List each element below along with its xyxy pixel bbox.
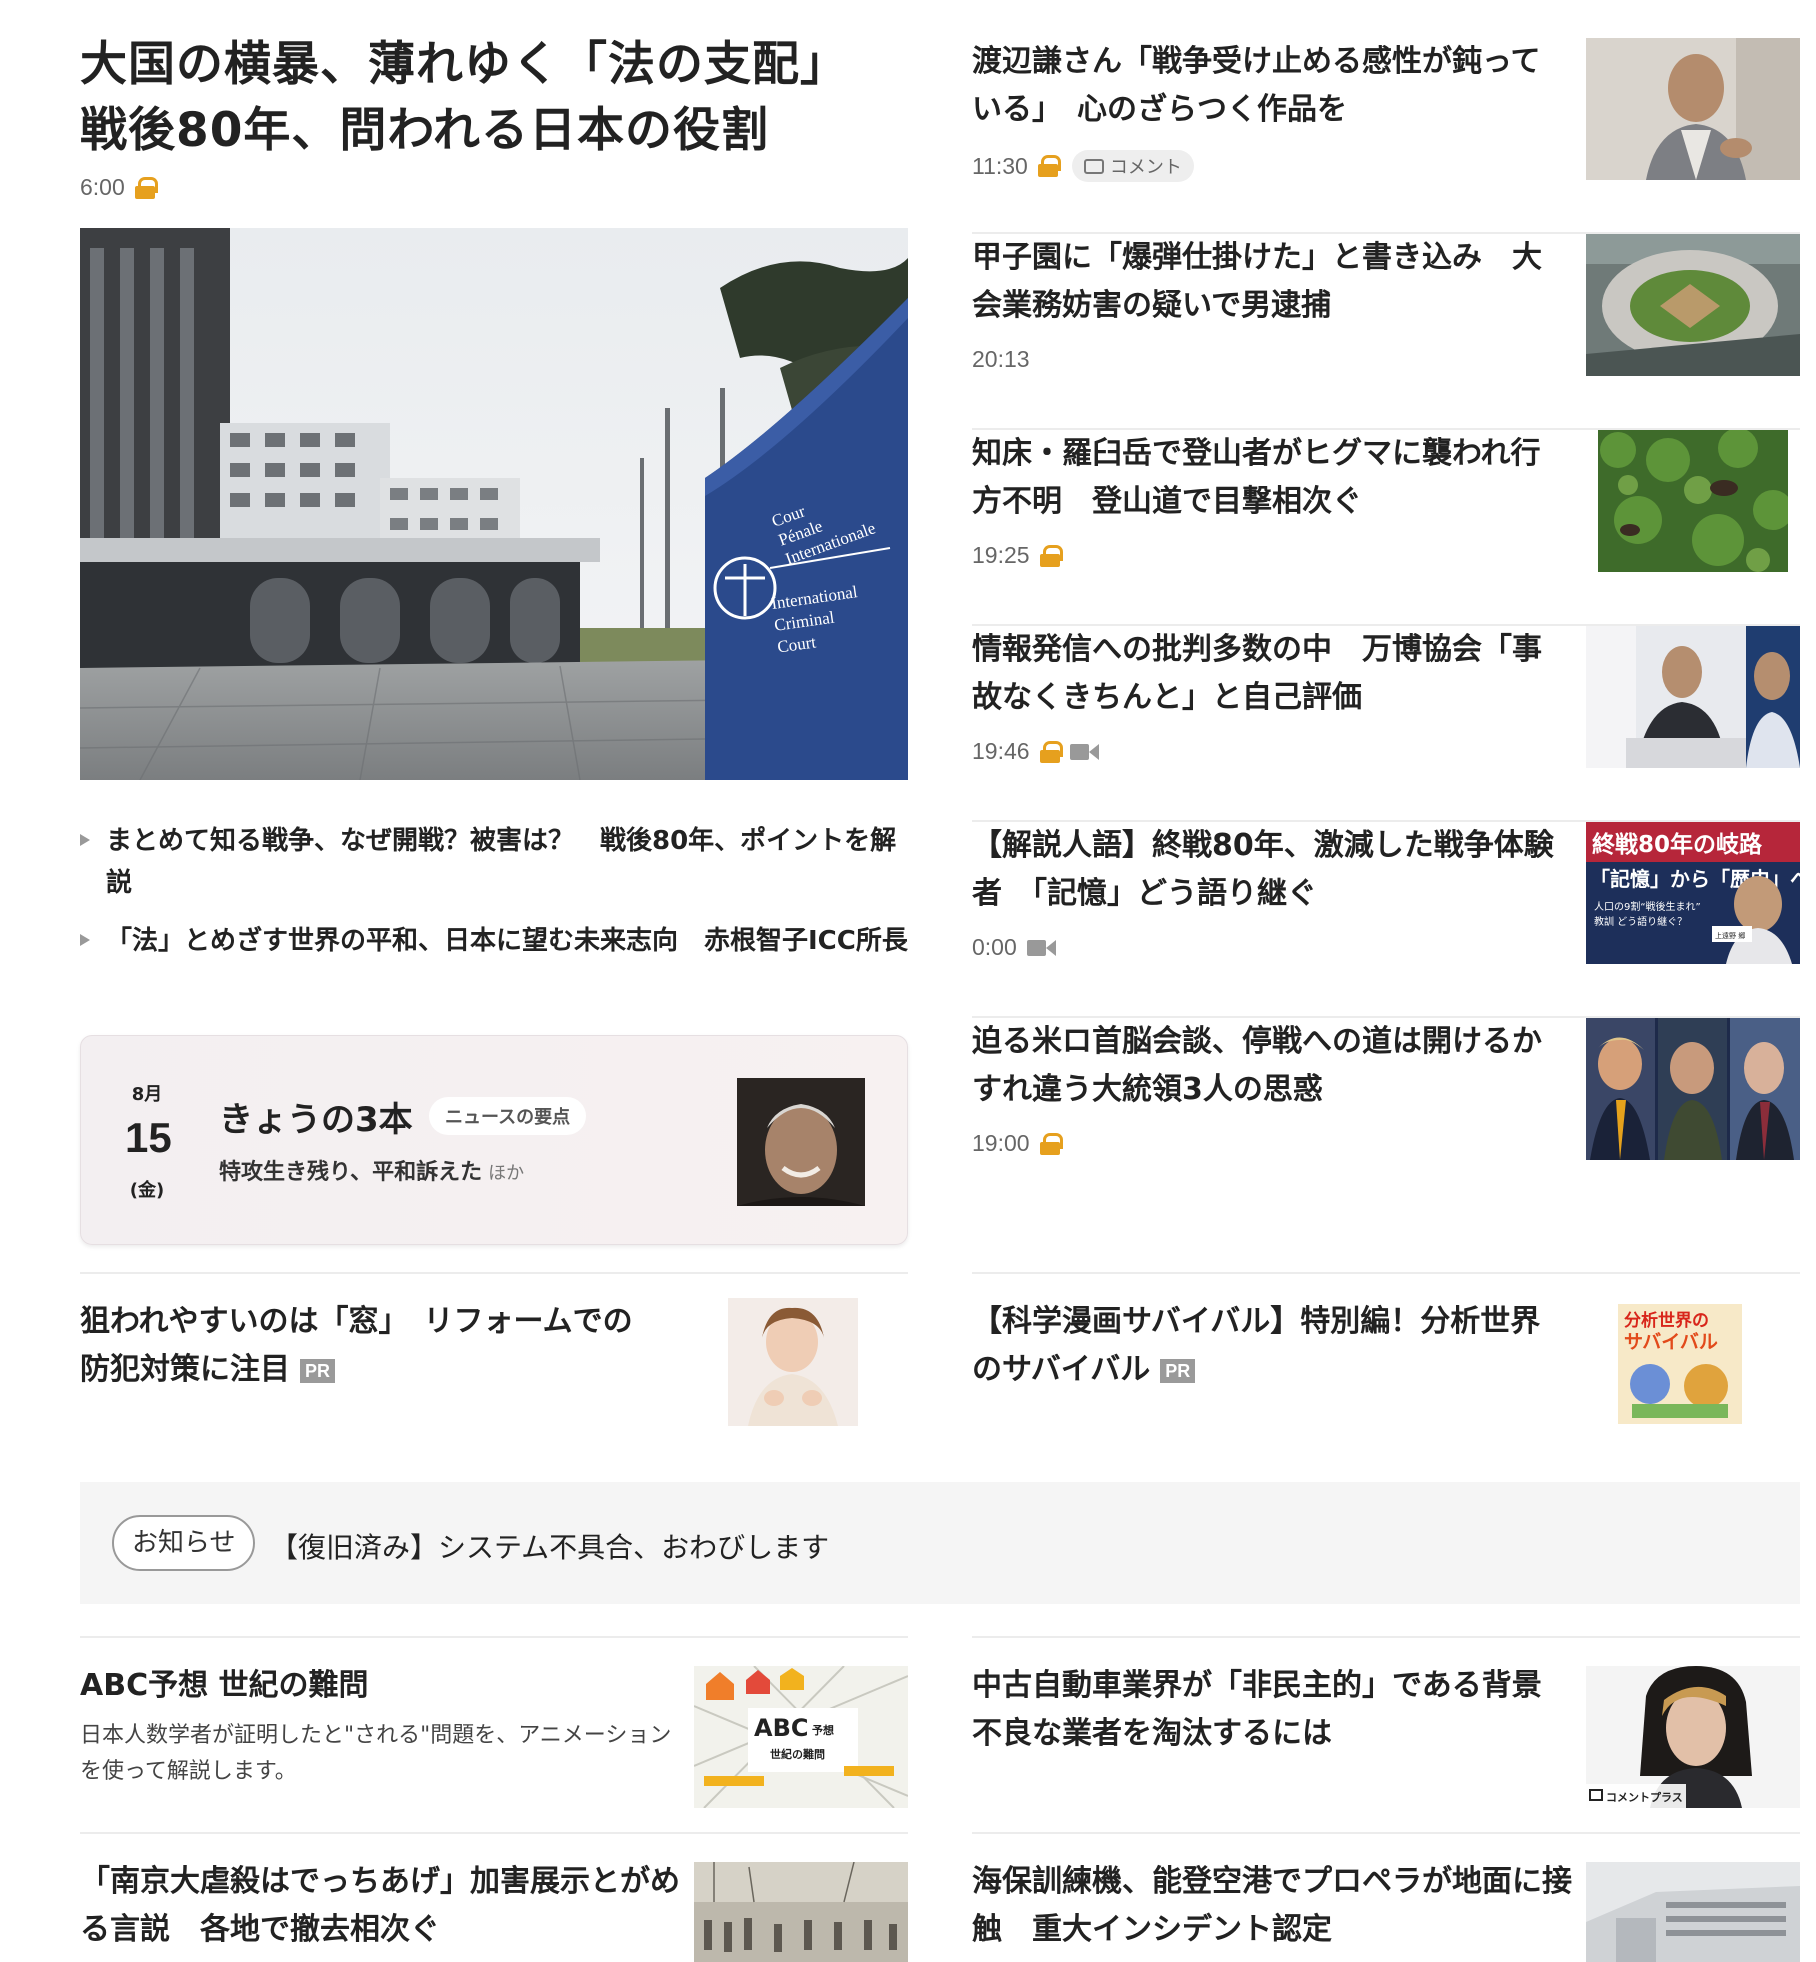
divider <box>972 1272 1800 1274</box>
news-item-meta: 11:30 コメント <box>972 150 1194 182</box>
comment-icon <box>1083 158 1104 174</box>
kyou-photo <box>737 1078 865 1206</box>
news-item[interactable]: 【解説人語】終戦80年、激減した戦争体験者 「記憶」どう語り継ぐ 0:00 終戦… <box>972 822 1800 1018</box>
news-item-thumbnail[interactable] <box>1586 1018 1800 1160</box>
news-item-time: 0:00 <box>972 934 1017 960</box>
pr-title-text: 狙われやすいのは「窓」 リフォームでの防犯対策に注目 <box>80 1304 633 1387</box>
news-item-title[interactable]: 「南京大虐殺はでっちあげ」加害展示とがめる言説 各地で撤去相次ぐ <box>80 1858 680 1954</box>
news-item-thumbnail[interactable] <box>1586 38 1800 180</box>
comment-label: コメント <box>1109 157 1182 177</box>
abc-thumb-text-1: ABC <box>754 1714 808 1742</box>
pr-title[interactable]: 【科学漫画サバイバル】特別編！分析世界のサバイバル PR <box>972 1298 1562 1394</box>
pr-item[interactable]: 狙われやすいのは「窓」 リフォームでの防犯対策に注目 PR <box>80 1298 908 1428</box>
lock-icon <box>1037 155 1061 177</box>
news-summary-badge: ニュースの要点 <box>429 1097 587 1135</box>
related-link-2[interactable]: 「法」とめざす世界の平和、日本に望む未来志向 赤根智子ICC所長 <box>80 920 910 962</box>
news-item-title[interactable]: 渡辺謙さん「戦争受け止める感性が鈍っている」 心のざらつく作品を <box>972 38 1562 134</box>
news-item-meta: 19:00 <box>972 1130 1063 1157</box>
lead-meta: 6:00 <box>80 174 158 201</box>
divider <box>972 1636 1800 1638</box>
news-item-meta: 19:25 <box>972 542 1063 569</box>
news-item[interactable]: 情報発信への批判多数の中 万博協会「事故なくきちんと」と自己評価 19:46 <box>972 626 1800 822</box>
divider <box>80 1832 908 1834</box>
comment-badge[interactable]: コメント <box>1071 150 1194 182</box>
news-item-title[interactable]: 知床・羅臼岳で登山者がヒグマに襲われ行方不明 登山道で目撃相次ぐ <box>972 430 1562 526</box>
news-item[interactable]: 中古自動車業界が「非民主的」である背景 不良な業者を淘汰するには コメントプラス <box>972 1662 1800 1808</box>
pr-badge: PR <box>1160 1359 1196 1383</box>
news-item[interactable]: 迫る米ロ首脳会談、停戦への道は開けるか すれ違う大統領3人の思惑 19:00 <box>972 1018 1800 1214</box>
news-item[interactable]: 甲子園に「爆弾仕掛けた」と書き込み 大会業務妨害の疑いで男逮捕 20:13 <box>972 234 1800 430</box>
lead-headline[interactable]: 大国の横暴、薄れゆく「法の支配」 戦後80年、問われる日本の役割 <box>80 32 920 164</box>
news-item[interactable]: 海保訓練機、能登空港でプロペラが地面に接触 重大インシデント認定 <box>972 1858 1800 1962</box>
pr-badge: PR <box>300 1359 336 1383</box>
news-item-title[interactable]: 【解説人語】終戦80年、激減した戦争体験者 「記憶」どう語り継ぐ <box>972 822 1562 918</box>
lead-image[interactable]: Cour Pénale Internationale International… <box>80 228 908 780</box>
thumb-text-4: 教訓 どう語り継ぐ？ <box>1594 915 1687 928</box>
news-item-meta: 0:00 <box>972 934 1057 961</box>
abc-thumb-text-3: 世紀の難問 <box>770 1747 825 1761</box>
lock-icon <box>134 176 158 199</box>
notice-text[interactable]: 【復旧済み】システム不具合、おわびします <box>270 1526 829 1566</box>
date-weekday: (金) <box>129 1180 165 1201</box>
video-icon <box>1069 743 1100 761</box>
thumb-text-5: 上遠野 郷 <box>1715 931 1745 940</box>
feature-title[interactable]: ABC予想 世紀の難問 <box>80 1662 680 1710</box>
lock-icon <box>1039 544 1063 567</box>
news-item-time: 20:13 <box>972 346 1030 372</box>
pr-thumbnail[interactable] <box>728 1298 858 1426</box>
news-item-meta: 20:13 <box>972 346 1030 373</box>
news-item-thumbnail[interactable]: コメントプラス <box>1586 1666 1800 1808</box>
news-item-time: 19:00 <box>972 1130 1030 1156</box>
news-item-title[interactable]: 海保訓練機、能登空港でプロペラが地面に接触 重大インシデント認定 <box>972 1858 1572 1954</box>
lock-icon <box>1039 740 1063 763</box>
book-title-1: 分析世界の <box>1624 1310 1709 1331</box>
news-item[interactable]: 知床・羅臼岳で登山者がヒグマに襲われ行方不明 登山道で目撃相次ぐ 19:25 <box>972 430 1800 626</box>
related-link-1[interactable]: まとめて知る戦争、なぜ開戦？被害は？ 戦後80年、ポイントを解説 <box>80 820 910 904</box>
date-day: 15 <box>125 1114 172 1161</box>
news-item-thumbnail[interactable] <box>694 1862 908 1962</box>
date-month: 8月 <box>131 1084 163 1105</box>
pr-thumbnail[interactable]: 分析世界の サバイバル <box>1612 1300 1748 1428</box>
pr-item[interactable]: 【科学漫画サバイバル】特別編！分析世界のサバイバル PR 分析世界の サバイバル <box>972 1298 1800 1428</box>
news-item[interactable]: 渡辺謙さん「戦争受け止める感性が鈍っている」 心のざらつく作品を 11:30 コ… <box>972 38 1800 234</box>
video-icon <box>1026 939 1057 957</box>
lock-icon <box>1039 1132 1063 1155</box>
news-item[interactable]: 「南京大虐殺はでっちあげ」加害展示とがめる言説 各地で撤去相次ぐ <box>80 1858 908 1962</box>
news-item-thumbnail[interactable] <box>1586 1862 1800 1962</box>
news-item-title[interactable]: 甲子園に「爆弾仕掛けた」と書き込み 大会業務妨害の疑いで男逮捕 <box>972 234 1562 330</box>
divider <box>80 1636 908 1638</box>
news-item-meta: 19:46 <box>972 738 1100 765</box>
news-item-thumbnail[interactable] <box>1598 430 1788 572</box>
kyou-title: きょうの3本 <box>219 1100 413 1140</box>
kyou-no-3bon-card[interactable]: 8月 15 (金) きょうの3本 ニュースの要点 特攻生き残り、平和訴えた ほか <box>80 1035 908 1245</box>
divider <box>972 1832 1800 1834</box>
news-item-time: 19:46 <box>972 738 1030 764</box>
thumb-text-1: 終戦80年の岐路 <box>1592 831 1763 858</box>
feature-item[interactable]: ABC予想 世紀の難問 日本人数学者が証明したと"される"問題を、アニメーション… <box>80 1662 908 1808</box>
feature-thumbnail[interactable]: ABC 予想 世紀の難問 <box>694 1666 908 1808</box>
lead-time: 6:00 <box>80 174 125 200</box>
news-item-title[interactable]: 迫る米ロ首脳会談、停戦への道は開けるか すれ違う大統領3人の思惑 <box>972 1018 1572 1114</box>
kyou-sub-text: 特攻生き残り、平和訴えた <box>219 1160 483 1185</box>
news-item-time: 11:30 <box>972 152 1028 179</box>
kyou-sub: 特攻生き残り、平和訴えた ほか <box>219 1154 524 1186</box>
news-item-thumbnail[interactable] <box>1586 626 1800 768</box>
feature-description: 日本人数学者が証明したと"される"問題を、アニメーションを使って解説します。 <box>80 1723 672 1784</box>
news-item-title[interactable]: 情報発信への批判多数の中 万博協会「事故なくきちんと」と自己評価 <box>972 626 1562 722</box>
pr-title[interactable]: 狙われやすいのは「窓」 リフォームでの防犯対策に注目 PR <box>80 1298 660 1394</box>
kyou-hoka: ほか <box>488 1163 525 1184</box>
thumb-text-3: 人口の9割“戦後生まれ” <box>1594 900 1701 913</box>
pr-title-text: 【科学漫画サバイバル】特別編！分析世界のサバイバル <box>972 1304 1541 1387</box>
news-item-thumbnail[interactable] <box>1586 234 1800 376</box>
notice-label: お知らせ <box>112 1515 256 1571</box>
comment-plus-label: コメントプラス <box>1606 1790 1683 1804</box>
news-item-title[interactable]: 中古自動車業界が「非民主的」である背景 不良な業者を淘汰するには <box>972 1662 1572 1758</box>
news-item-time: 19:25 <box>972 542 1030 568</box>
book-title-2: サバイバル <box>1624 1331 1718 1353</box>
notice-bar[interactable]: お知らせ 【復旧済み】システム不具合、おわびします <box>80 1482 1800 1604</box>
divider <box>80 1272 908 1274</box>
abc-thumb-text-2: 予想 <box>812 1723 834 1737</box>
news-item-thumbnail[interactable]: 終戦80年の岐路 「記憶」から「歴史」へ 人口の9割“戦後生まれ” 教訓 どう語… <box>1586 822 1800 964</box>
